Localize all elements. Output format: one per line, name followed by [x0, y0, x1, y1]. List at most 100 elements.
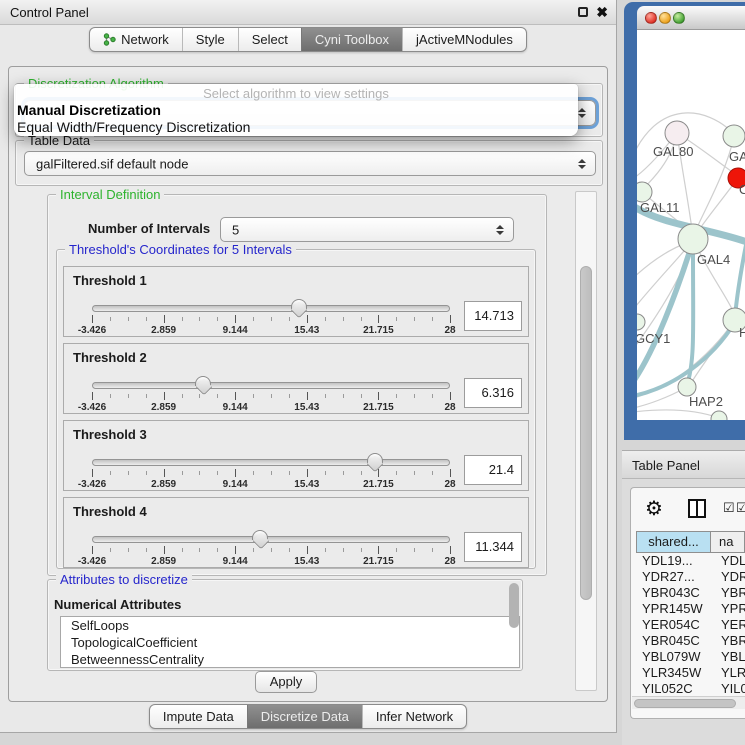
- minimize-traffic-light-icon[interactable]: [659, 12, 671, 24]
- panel-scrollbar-thumb[interactable]: [580, 266, 592, 600]
- tab-jactivemnodules[interactable]: jActiveMNodules: [402, 28, 526, 51]
- threshold-3-slider[interactable]: -3.4262.8599.14415.4321.71528: [92, 453, 450, 493]
- algorithm-hint-option[interactable]: Select algorithm to view settings: [14, 86, 578, 101]
- cell-name[interactable]: YER0: [711, 617, 745, 633]
- cell-shared-name[interactable]: YIL052C: [636, 681, 711, 697]
- tab-cyni-toolbox[interactable]: Cyni Toolbox: [301, 28, 402, 51]
- slider-track[interactable]: [92, 459, 450, 466]
- node-gal4[interactable]: [678, 224, 708, 254]
- gear-icon[interactable]: ⚙: [645, 496, 663, 521]
- tab-style[interactable]: Style: [182, 28, 238, 51]
- thresholds-group-title: Threshold's Coordinates for 5 Intervals: [65, 242, 296, 257]
- slider-thumb[interactable]: [291, 299, 307, 309]
- numerical-attributes-list[interactable]: SelfLoopsTopologicalCoefficientBetweenne…: [60, 616, 520, 668]
- slider-thumb[interactable]: [195, 376, 211, 386]
- column-layout-icon[interactable]: [688, 499, 706, 518]
- thresholds-group: Threshold's Coordinates for 5 Intervals …: [56, 249, 536, 569]
- combo-stepper-icon: [578, 106, 587, 120]
- interval-definition-group: Interval Definition Number of Intervals …: [47, 194, 547, 576]
- checkbox-icon[interactable]: ☑: [723, 500, 735, 516]
- threshold-1-value-field[interactable]: 14.713: [464, 301, 522, 331]
- slider-track[interactable]: [92, 305, 450, 312]
- cell-name[interactable]: YIL0: [711, 681, 745, 697]
- threshold-4-slider[interactable]: -3.4262.8599.14415.4321.71528: [92, 530, 450, 570]
- cell-shared-name[interactable]: YER054C: [636, 617, 711, 633]
- node-gcy1[interactable]: [637, 314, 645, 330]
- threshold-2-value-field[interactable]: 6.316: [464, 378, 522, 408]
- cell-shared-name[interactable]: YBL079W: [636, 649, 711, 665]
- cell-shared-name[interactable]: YLR345W: [636, 665, 711, 681]
- table-panel-body: ⚙ ☑ ☑ shared... na YDL19... YDL1 YDR27..…: [630, 487, 745, 719]
- threshold-2-slider[interactable]: -3.4262.8599.14415.4321.71528: [92, 376, 450, 416]
- cell-name[interactable]: YPR1: [711, 601, 745, 617]
- tab-network[interactable]: Network: [90, 28, 182, 51]
- list-item[interactable]: SelfLoops: [61, 617, 519, 634]
- list-item[interactable]: BetweennessCentrality: [61, 651, 519, 668]
- label-gal80: GAL80: [653, 144, 693, 159]
- cell-name[interactable]: YBR0: [711, 585, 745, 601]
- column-header-shared-name[interactable]: shared...: [636, 531, 711, 553]
- cell-name[interactable]: YDL1: [711, 553, 745, 569]
- cell-name[interactable]: YBL0: [711, 649, 745, 665]
- cell-shared-name[interactable]: YDL19...: [636, 553, 711, 569]
- table-scrollbar-thumb[interactable]: [634, 699, 736, 708]
- tab-jactivemnodules-label: jActiveMNodules: [416, 32, 513, 47]
- checkbox-icon[interactable]: ☑: [736, 500, 745, 516]
- cell-shared-name[interactable]: YPR145W: [636, 601, 711, 617]
- table-row[interactable]: YDR27... YDR2: [636, 569, 745, 585]
- number-of-intervals-value: 5: [232, 222, 239, 237]
- threshold-3-label: Threshold 3: [73, 427, 147, 442]
- table-data-combobox[interactable]: galFiltered.sif default node: [24, 151, 596, 176]
- close-icon[interactable]: ✖: [596, 4, 608, 21]
- tab-infer-network[interactable]: Infer Network: [362, 705, 466, 728]
- tab-impute-data-label: Impute Data: [163, 709, 234, 724]
- table-row[interactable]: YBL079W YBL0: [636, 649, 745, 665]
- table-data-group: Table Data galFiltered.sif default node: [15, 140, 603, 186]
- table-row[interactable]: YIL052C YIL0: [636, 681, 745, 697]
- cell-name[interactable]: YDR2: [711, 569, 745, 585]
- cell-shared-name[interactable]: YDR27...: [636, 569, 711, 585]
- tab-style-label: Style: [196, 32, 225, 47]
- zoom-traffic-light-icon[interactable]: [673, 12, 685, 24]
- table-horizontal-scrollbar[interactable]: [632, 696, 745, 709]
- apply-button[interactable]: Apply: [255, 671, 317, 693]
- number-of-intervals-combobox[interactable]: 5: [220, 217, 514, 242]
- node-gal11[interactable]: [637, 182, 652, 202]
- table-row[interactable]: YBR043C YBR0: [636, 585, 745, 601]
- cell-name[interactable]: YBR0: [711, 633, 745, 649]
- table-row[interactable]: YDL19... YDL1: [636, 553, 745, 569]
- threshold-1-slider[interactable]: -3.4262.8599.14415.4321.71528: [92, 299, 450, 339]
- list-item[interactable]: TopologicalCoefficient: [61, 634, 519, 651]
- slider-thumb[interactable]: [367, 453, 383, 463]
- cell-name[interactable]: YLR3: [711, 665, 745, 681]
- float-window-icon[interactable]: [578, 7, 588, 17]
- tab-discretize-data[interactable]: Discretize Data: [247, 705, 362, 728]
- slider-thumb[interactable]: [252, 530, 268, 540]
- cell-shared-name[interactable]: YBR045C: [636, 633, 711, 649]
- column-header-name[interactable]: na: [711, 531, 745, 553]
- table-row[interactable]: YER054C YER0: [636, 617, 745, 633]
- tab-select[interactable]: Select: [238, 28, 301, 51]
- cell-shared-name[interactable]: YBR043C: [636, 585, 711, 601]
- list-scrollbar[interactable]: [509, 583, 519, 628]
- close-traffic-light-icon[interactable]: [645, 12, 657, 24]
- threshold-4-value-field[interactable]: 11.344: [464, 532, 522, 562]
- algorithm-option-manual[interactable]: Manual Discretization: [17, 102, 161, 118]
- network-canvas[interactable]: GAL80 GA C GAL11 GAL4 H GCY1 HAP2: [637, 30, 745, 420]
- network-window-titlebar[interactable]: [637, 6, 745, 30]
- tab-impute-data[interactable]: Impute Data: [150, 705, 247, 728]
- node-gal80[interactable]: [665, 121, 689, 145]
- tab-discretize-data-label: Discretize Data: [261, 709, 349, 724]
- threshold-2-label: Threshold 2: [73, 350, 147, 365]
- node-ga[interactable]: [723, 125, 745, 147]
- slider-track[interactable]: [92, 536, 450, 543]
- threshold-3-value-field[interactable]: 21.4: [464, 455, 522, 485]
- table-row[interactable]: YBR045C YBR0: [636, 633, 745, 649]
- slider-track[interactable]: [92, 382, 450, 389]
- table-row[interactable]: YPR145W YPR1: [636, 601, 745, 617]
- table-row[interactable]: YLR345W YLR3: [636, 665, 745, 681]
- algorithm-option-equal-width[interactable]: Equal Width/Frequency Discretization: [17, 119, 250, 135]
- tab-infer-network-label: Infer Network: [376, 709, 453, 724]
- panel-scrollbar[interactable]: [575, 191, 597, 691]
- node-bottom[interactable]: [711, 411, 727, 420]
